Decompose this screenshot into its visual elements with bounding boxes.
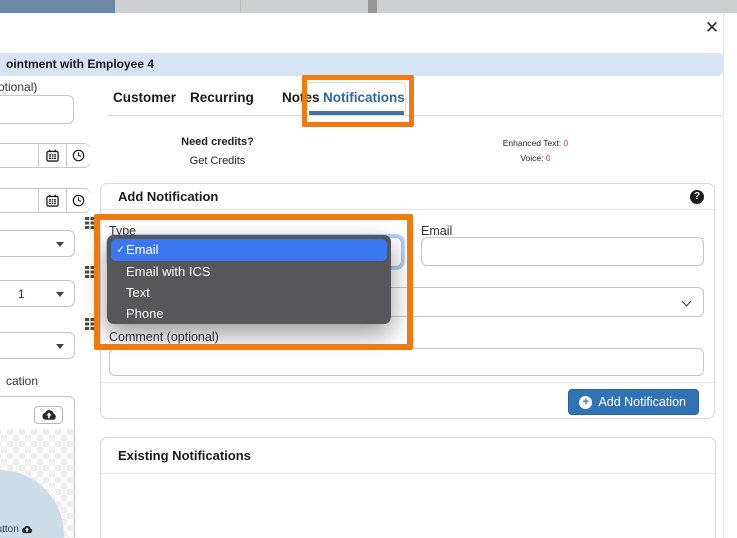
add-notification-title: Add Notification <box>118 184 218 210</box>
calendar-icon <box>46 149 59 162</box>
calendar-button[interactable] <box>38 189 66 212</box>
comment-label: Comment (optional) <box>109 330 219 344</box>
clock-icon <box>72 194 85 207</box>
check-icon: ✓ <box>116 239 125 261</box>
add-notification-button-label: Add Notification <box>598 395 686 409</box>
date-time-group-1[interactable] <box>0 143 90 168</box>
calendar-button[interactable] <box>38 144 66 167</box>
active-tab-underline <box>309 111 404 115</box>
close-icon[interactable]: ✕ <box>700 17 724 39</box>
tab-recurring[interactable]: Recurring <box>190 90 254 105</box>
chevron-down-icon <box>682 297 692 307</box>
location-section-label: cation <box>6 374 38 388</box>
existing-notifications-panel: Existing Notifications <box>100 437 716 538</box>
cloud-upload-icon <box>21 525 33 534</box>
caret-down-icon <box>56 242 64 247</box>
existing-notifications-header: Existing Notifications <box>101 438 715 474</box>
list-picker-icon[interactable] <box>85 217 100 229</box>
need-credits-label: Need credits? <box>150 136 285 148</box>
footer-divider <box>101 382 714 383</box>
email-label: Email <box>421 224 452 238</box>
modal-title: ointment with Employee 4 <box>6 53 154 76</box>
enhanced-text-counter: Enhanced Text: 0 <box>478 138 593 148</box>
dropdown-option-email[interactable]: ✓ Email <box>111 239 387 261</box>
browser-active-tab[interactable] <box>0 0 115 13</box>
type-dropdown-popup: ✓ Email Email with ICS Text Phone <box>107 235 391 324</box>
add-notification-button[interactable]: + Add Notification <box>568 389 699 415</box>
upload-instruction-line-1: button <box>0 524 33 535</box>
tab-strip-divider <box>368 0 377 13</box>
credits-block: Need credits? Get Credits <box>150 136 285 167</box>
add-notification-header: Add Notification ? <box>101 184 714 210</box>
left-select-2-value: 1 <box>18 287 25 301</box>
clock-icon <box>72 149 85 162</box>
enhanced-text-value: 0 <box>564 138 569 148</box>
tab-customer[interactable]: Customer <box>113 90 176 105</box>
modal-right-edge <box>723 13 724 538</box>
comment-field[interactable] <box>109 348 704 376</box>
screenshot-root: ✕ ointment with Employee 4 otional) <box>0 0 737 538</box>
dropdown-option-text[interactable]: Text <box>111 282 387 303</box>
calendar-icon <box>46 194 59 207</box>
upload-dropzone[interactable]: button age. MB or less. <box>0 429 74 538</box>
tab-bar-border <box>108 115 722 116</box>
time-button[interactable] <box>66 189 90 212</box>
left-select-3[interactable] <box>0 332 75 359</box>
left-select-1[interactable] <box>0 230 75 257</box>
browser-tab-strip <box>0 0 737 13</box>
optional-text-input[interactable] <box>0 95 74 124</box>
tab-separator <box>240 0 241 13</box>
cloud-upload-icon <box>41 409 57 421</box>
voice-value: 0 <box>546 153 551 163</box>
existing-notifications-title: Existing Notifications <box>118 438 251 474</box>
caret-down-icon <box>56 344 64 349</box>
dropdown-option-phone[interactable]: Phone <box>111 303 387 324</box>
credit-counters: Enhanced Text: 0 Voice: 0 <box>478 138 593 168</box>
tab-notifications[interactable]: Notifications <box>323 90 405 105</box>
dropdown-option-email-with-ics[interactable]: Email with ICS <box>111 261 387 282</box>
email-field[interactable] <box>421 237 704 266</box>
voice-counter: Voice: 0 <box>478 153 593 163</box>
date-time-group-2[interactable] <box>0 188 90 213</box>
time-button[interactable] <box>66 144 90 167</box>
list-picker-icon[interactable] <box>85 266 100 278</box>
left-select-2[interactable]: 1 <box>0 280 75 307</box>
optional-field-label: otional) <box>0 80 37 94</box>
get-credits-link[interactable]: Get Credits <box>150 155 285 167</box>
list-picker-icon[interactable] <box>85 318 100 330</box>
image-upload-card: button age. MB or less. <box>0 396 75 538</box>
help-icon[interactable]: ? <box>690 190 704 204</box>
plus-circle-icon: + <box>579 396 592 409</box>
modal-title-band: ointment with Employee 4 <box>0 53 723 76</box>
tab-notes[interactable]: Notes <box>282 90 320 105</box>
caret-down-icon <box>56 292 64 297</box>
upload-button[interactable] <box>34 406 63 424</box>
